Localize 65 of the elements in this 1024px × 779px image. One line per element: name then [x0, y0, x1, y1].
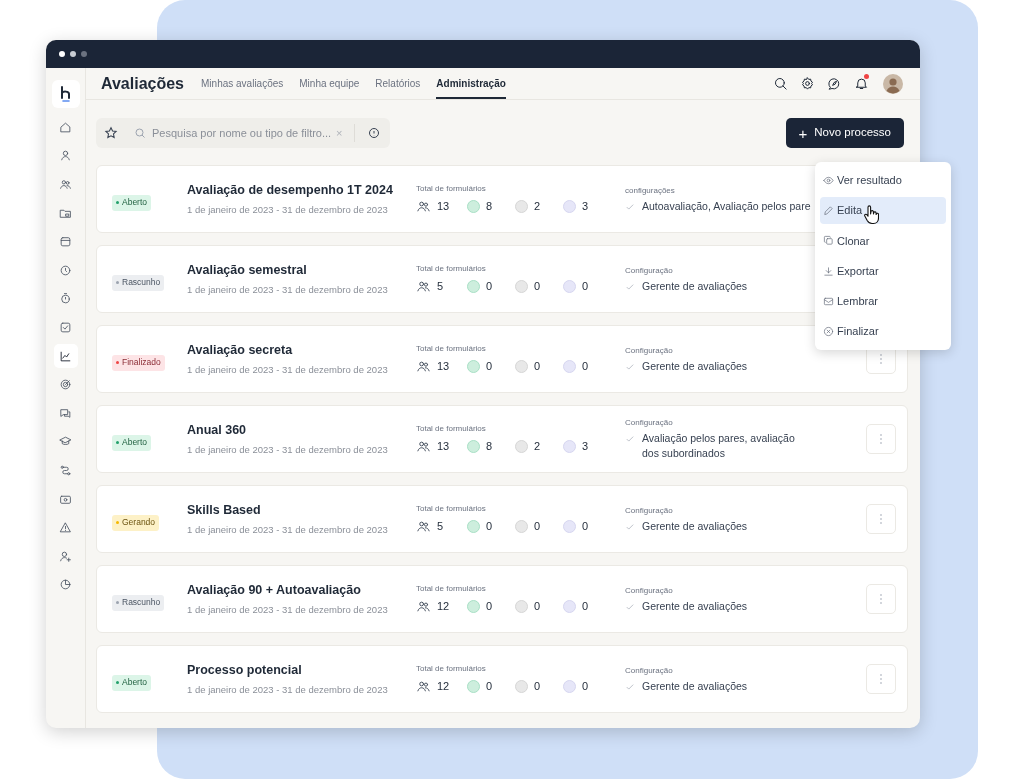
- config-text: Avaliação pelos pares, avaliação dos subordinados: [642, 431, 795, 461]
- status-count: 8: [486, 199, 494, 215]
- status-count: 0: [534, 359, 542, 375]
- forms-label: Total de formulários: [416, 423, 487, 436]
- config-label: Configuração: [625, 664, 673, 677]
- status-count: 3: [582, 199, 590, 215]
- status-badge: Aberto: [112, 434, 152, 451]
- forms-label: Total de formulários: [416, 583, 487, 596]
- date-range: 1 de janeiro de 2023 - 31 de dezembro de 2023: [187, 282, 389, 297]
- status-count: 0: [534, 279, 542, 295]
- config-text: Gerente de avaliações: [642, 278, 748, 294]
- config-label: Configuração: [625, 417, 673, 429]
- status-count: 0: [582, 599, 590, 615]
- date-range: 1 de janeiro de 2023 - 31 de dezembro de 2023: [187, 682, 389, 697]
- status-count: 0: [582, 359, 590, 375]
- status-count: 0: [486, 679, 494, 695]
- status-count: 0: [534, 599, 542, 615]
- config-text: Gerente de avaliações: [642, 598, 748, 614]
- date-range: 1 de janeiro de 2023 - 31 de dezembro de 2023: [187, 202, 389, 217]
- config-label: Configuração: [625, 584, 673, 597]
- status-count: 8: [486, 439, 494, 455]
- forms-label: Total de formulários: [416, 263, 487, 276]
- total-count: 5: [437, 519, 445, 535]
- config-text: Gerente de avaliações: [642, 358, 748, 374]
- status-count: 2: [534, 199, 542, 215]
- status-badge: Gerando: [112, 514, 160, 531]
- config-text: Autoavaliação, Avaliação pelos pare: [642, 198, 811, 214]
- date-range: 1 de janeiro de 2023 - 31 de dezembro de 2023: [187, 442, 389, 457]
- forms-label: Total de formulários: [416, 343, 487, 356]
- forms-label: Total de formulários: [416, 183, 487, 196]
- status-badge: Finalizado: [112, 354, 165, 371]
- total-count: 13: [437, 199, 451, 215]
- status-count: 0: [582, 519, 590, 535]
- status-count: 0: [534, 679, 542, 695]
- date-range: 1 de janeiro de 2023 - 31 de dezembro de 2023: [187, 602, 389, 617]
- date-range: 1 de janeiro de 2023 - 31 de dezembro de 2023: [187, 362, 389, 377]
- config-label: Configuração: [625, 344, 673, 357]
- status-count: 0: [486, 519, 494, 535]
- status-badge: Aberto: [112, 674, 152, 691]
- total-count: 13: [437, 439, 451, 455]
- config-label: configurações: [625, 184, 675, 197]
- forms-label: Total de formulários: [416, 663, 487, 676]
- status-badge: Rascunho: [112, 594, 165, 611]
- plus-icon: +: [798, 125, 808, 141]
- status-count: 0: [486, 359, 494, 375]
- total-count: 13: [437, 359, 451, 375]
- date-range: 1 de janeiro de 2023 - 31 de dezembro de 2023: [187, 522, 389, 537]
- status-count: 0: [486, 279, 494, 295]
- config-text: Gerente de avaliações: [642, 518, 748, 534]
- total-count: 12: [437, 679, 451, 695]
- status-count: 2: [534, 439, 542, 455]
- total-count: 12: [437, 599, 451, 615]
- status-count: 0: [486, 599, 494, 615]
- status-badge: Rascunho: [112, 274, 165, 291]
- status-count: 3: [582, 439, 590, 455]
- status-count: 0: [582, 679, 590, 695]
- config-label: Configuração: [625, 504, 673, 517]
- config-text: Gerente de avaliações: [642, 678, 748, 694]
- status-count: 0: [534, 519, 542, 535]
- config-label: Configuração: [625, 264, 673, 277]
- page-title: Avaliações: [101, 73, 184, 94]
- status-badge: Aberto: [112, 194, 152, 211]
- total-count: 5: [437, 279, 445, 295]
- forms-label: Total de formulários: [416, 503, 487, 516]
- status-count: 0: [582, 279, 590, 295]
